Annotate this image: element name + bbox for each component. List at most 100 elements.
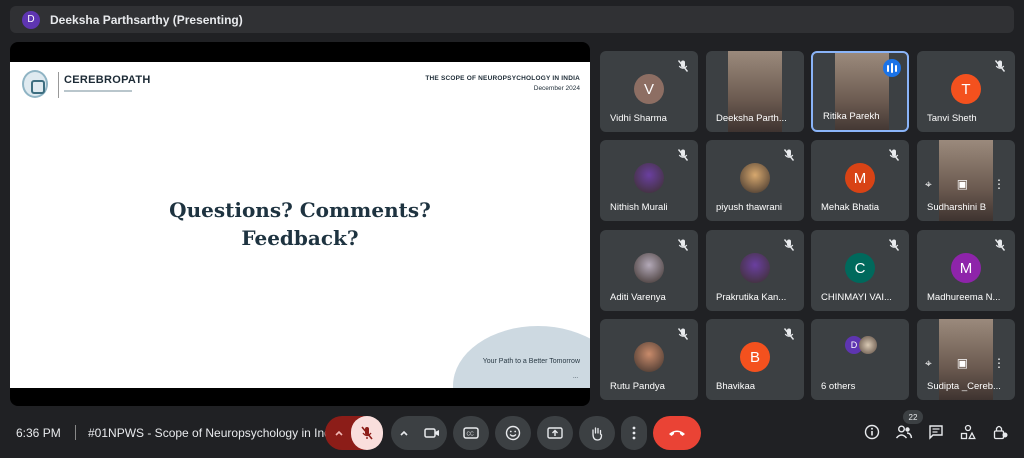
participant-tile[interactable]: ⌖ ▣ ⋮ Sudharshini B: [917, 140, 1015, 221]
chat-icon: [929, 425, 943, 440]
host-controls-button[interactable]: [986, 418, 1014, 446]
avatar: V: [634, 74, 664, 104]
participant-tile[interactable]: Ritika Parekh: [811, 51, 909, 132]
mic-toggle-button[interactable]: [351, 416, 383, 450]
people-icon: [895, 425, 913, 439]
chevron-up-icon: [335, 430, 343, 436]
cerebropath-logo: [22, 70, 48, 98]
mic-off-icon: [676, 238, 690, 252]
slide-tagline: Your Path to a Better Tomorrow: [482, 358, 580, 365]
participant-tile[interactable]: piyush thawrani: [706, 140, 804, 221]
leave-call-button[interactable]: [653, 416, 701, 450]
reactions-button[interactable]: [495, 416, 531, 450]
emoji-icon: [505, 425, 521, 441]
camera-group: [391, 416, 447, 450]
participant-tile[interactable]: B Bhavikaa: [706, 319, 804, 400]
participant-name: Madhureema N...: [927, 292, 1001, 303]
participant-name: Deeksha Parth...: [716, 113, 787, 124]
slide-header-date: December 2024: [533, 85, 580, 92]
avatar: [634, 342, 664, 372]
slide-footer-mark: ...: [572, 374, 578, 380]
tile-hover-controls: ⌖ ▣ ⋮: [921, 173, 1009, 195]
avatar: [740, 253, 770, 283]
speaking-indicator-icon: [883, 59, 901, 77]
participant-tile[interactable]: V Vidhi Sharma: [600, 51, 698, 132]
mic-group: [325, 416, 383, 450]
slide-question: Questions? Comments? Feedback?: [10, 196, 590, 252]
bottom-toolbar: 6:36 PM #01NPWS - Scope of Neuropsycholo…: [0, 408, 1024, 458]
pin-icon[interactable]: ⌖: [925, 356, 932, 371]
frame-icon[interactable]: ▣: [957, 177, 968, 191]
mic-off-icon: [782, 238, 796, 252]
mic-options-button[interactable]: [325, 416, 353, 450]
participant-tile[interactable]: D6 others: [811, 319, 909, 400]
chat-button[interactable]: [922, 418, 950, 446]
presenter-label: Deeksha Parthsarthy (Presenting): [50, 12, 243, 27]
raise-hand-button[interactable]: [579, 416, 615, 450]
people-button[interactable]: [890, 418, 918, 446]
svg-text:CC: CC: [467, 432, 475, 438]
participant-name: Ritika Parekh: [823, 111, 880, 122]
avatar: B: [740, 342, 770, 372]
participant-name: Rutu Pandya: [610, 381, 665, 392]
presenter-avatar: D: [22, 10, 40, 29]
more-vert-icon[interactable]: ⋮: [993, 177, 1005, 191]
frame-icon[interactable]: ▣: [957, 356, 968, 370]
participant-tile[interactable]: M Mehak Bhatia: [811, 140, 909, 221]
participant-tile[interactable]: ⌖ ▣ ⋮ Sudipta _Cereb...: [917, 319, 1015, 400]
participant-name: Nithish Murali: [610, 202, 668, 213]
camera-options-button[interactable]: [391, 416, 417, 450]
slide-question-line2: Feedback?: [241, 226, 359, 250]
info-icon: [864, 424, 880, 440]
participant-name: piyush thawrani: [716, 202, 783, 213]
mic-off-icon: [993, 238, 1007, 252]
slide-header: THE SCOPE OF NEUROPSYCHOLOGY IN INDIA De…: [425, 75, 580, 92]
avatar: [859, 336, 877, 354]
more-vert-icon: [632, 426, 636, 440]
activities-button[interactable]: [954, 418, 982, 446]
participant-tile[interactable]: Rutu Pandya: [600, 319, 698, 400]
participant-tile[interactable]: Prakrutika Kan...: [706, 230, 804, 311]
participant-name: Mehak Bhatia: [821, 202, 880, 213]
tile-hover-controls: ⌖ ▣ ⋮: [921, 352, 1009, 374]
present-icon: [547, 427, 563, 439]
clock: 6:36 PM: [16, 426, 61, 440]
camera-toggle-button[interactable]: [417, 416, 447, 450]
activities-icon: [960, 424, 976, 440]
lock-person-icon: [993, 425, 1008, 440]
present-screen-button[interactable]: [537, 416, 573, 450]
participant-tile[interactable]: Nithish Murali: [600, 140, 698, 221]
participant-tile[interactable]: Aditi Varenya: [600, 230, 698, 311]
toolbar-separator: [75, 425, 76, 440]
participant-name: CHINMAYI VAI...: [821, 292, 892, 303]
more-vert-icon[interactable]: ⋮: [993, 356, 1005, 370]
pin-icon[interactable]: ⌖: [925, 177, 932, 192]
captions-button[interactable]: CC: [453, 416, 489, 450]
mic-off-icon: [887, 238, 901, 252]
video-camera-icon: [424, 428, 439, 438]
avatar: M: [951, 253, 981, 283]
slide-brand: CEREBROPATH: [64, 74, 151, 86]
participant-name: 6 others: [821, 381, 856, 392]
mic-off-icon: [361, 426, 373, 440]
participant-tile[interactable]: M Madhureema N...: [917, 230, 1015, 311]
participant-tile[interactable]: C CHINMAYI VAI...: [811, 230, 909, 311]
participant-name: Aditi Varenya: [610, 292, 666, 303]
avatar: T: [951, 74, 981, 104]
slide-question-line1: Questions? Comments?: [169, 198, 431, 222]
meeting-info-button[interactable]: [858, 418, 886, 446]
avatar: [634, 163, 664, 193]
more-options-button[interactable]: [621, 416, 647, 450]
closed-captions-icon: CC: [463, 427, 479, 439]
presenter-bar: D Deeksha Parthsarthy (Presenting): [10, 6, 1014, 33]
participant-tile[interactable]: Deeksha Parth...: [706, 51, 804, 132]
avatar: C: [845, 253, 875, 283]
mic-off-icon: [676, 327, 690, 341]
slide-header-title: THE SCOPE OF NEUROPSYCHOLOGY IN INDIA: [425, 75, 580, 82]
participant-tile[interactable]: T Tanvi Sheth: [917, 51, 1015, 132]
participant-name: Sudharshini B: [927, 202, 987, 213]
mic-off-icon: [676, 148, 690, 162]
slide: CEREBROPATH THE SCOPE OF NEUROPSYCHOLOGY…: [10, 62, 590, 388]
mic-off-icon: [887, 148, 901, 162]
avatar: M: [845, 163, 875, 193]
